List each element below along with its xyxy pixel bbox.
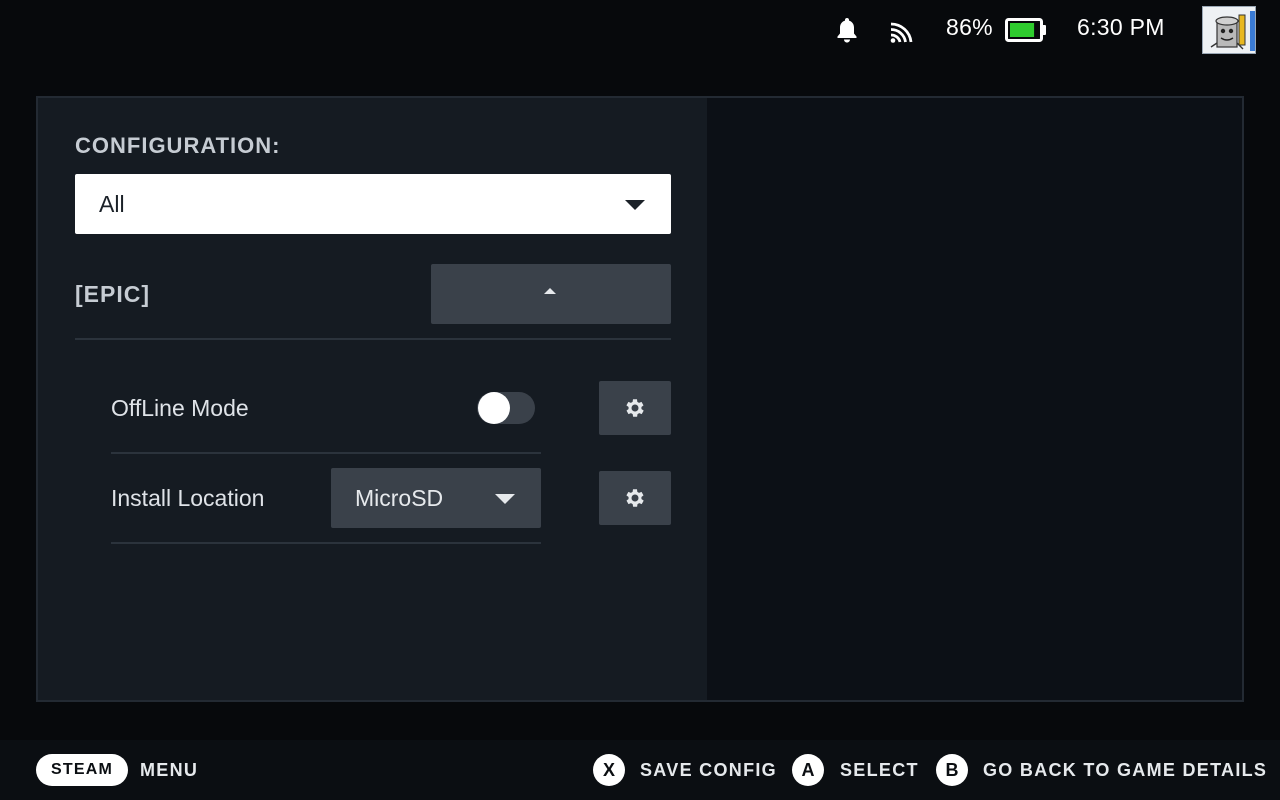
b-button-icon[interactable]: B xyxy=(936,754,968,786)
chevron-down-icon xyxy=(495,494,515,504)
row-divider xyxy=(111,452,541,454)
offline-mode-settings-button[interactable] xyxy=(599,381,671,435)
offline-mode-label: OffLine Mode xyxy=(111,395,249,421)
configuration-label: CONFIGURATION: xyxy=(75,133,281,158)
avatar[interactable] xyxy=(1202,6,1256,54)
status-bar: 86% 6:30 PM xyxy=(0,0,1280,60)
bell-icon[interactable] xyxy=(834,16,860,44)
offline-mode-toggle[interactable] xyxy=(477,392,535,424)
footer-bar: STEAM MENU X SAVE CONFIG A SELECT B GO B… xyxy=(0,740,1280,800)
section-divider xyxy=(75,338,671,340)
gear-icon xyxy=(626,399,644,417)
row-divider xyxy=(111,542,541,544)
x-button-icon[interactable]: X xyxy=(593,754,625,786)
install-location-settings-button[interactable] xyxy=(599,471,671,525)
section-title: [EPIC] xyxy=(75,281,150,307)
chevron-up-icon xyxy=(544,288,556,294)
toggle-knob xyxy=(478,392,510,424)
description-panel xyxy=(707,98,1242,700)
save-config-label[interactable]: SAVE CONFIG xyxy=(640,760,777,781)
chevron-down-icon xyxy=(625,200,645,210)
install-location-label: Install Location xyxy=(111,485,265,511)
go-back-label[interactable]: GO BACK TO GAME DETAILS xyxy=(983,760,1267,781)
battery-icon xyxy=(1005,18,1047,42)
gear-icon xyxy=(626,489,644,507)
configuration-dropdown[interactable]: All xyxy=(75,174,671,234)
clock: 6:30 PM xyxy=(1077,14,1165,40)
menu-label: MENU xyxy=(140,760,199,780)
select-label[interactable]: SELECT xyxy=(840,760,919,781)
a-button-icon[interactable]: A xyxy=(792,754,824,786)
steam-button[interactable]: STEAM xyxy=(36,754,128,786)
install-location-dropdown[interactable]: MicroSD xyxy=(331,468,541,528)
configuration-value: All xyxy=(99,191,125,217)
cast-signal-icon xyxy=(889,18,917,44)
battery-percent: 86% xyxy=(946,14,993,40)
collapse-section-button[interactable] xyxy=(431,264,671,324)
install-location-value: MicroSD xyxy=(355,485,444,511)
